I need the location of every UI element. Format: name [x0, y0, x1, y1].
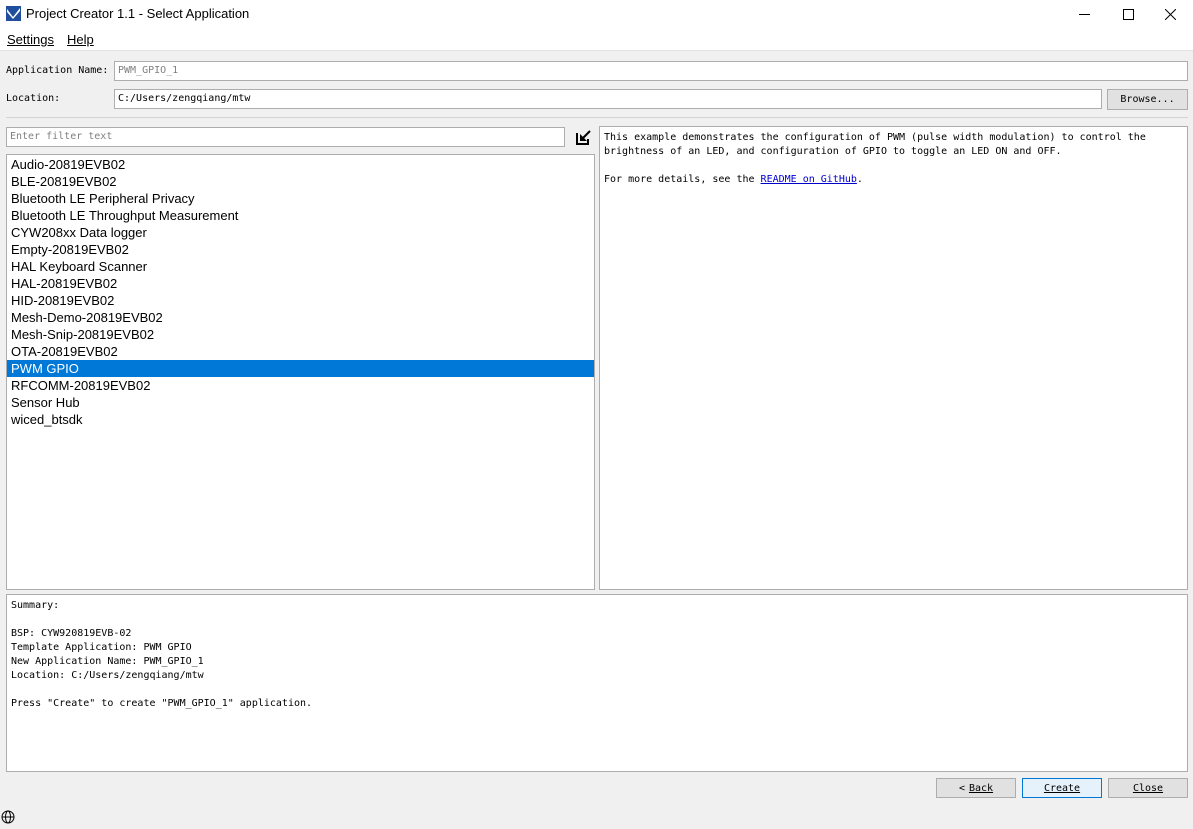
minimize-button[interactable]: [1061, 0, 1107, 28]
maximize-icon: [1122, 8, 1134, 20]
location-input[interactable]: C:/Users/zengqiang/mtw: [114, 89, 1102, 109]
menu-settings[interactable]: Settings: [7, 32, 54, 47]
summary-location: Location: C:/Users/zengqiang/mtw: [11, 670, 204, 681]
list-item[interactable]: CYW208xx Data logger: [7, 224, 594, 241]
summary-panel: Summary: BSP: CYW920819EVB-02 Template A…: [6, 594, 1188, 772]
list-item[interactable]: Mesh-Demo-20819EVB02: [7, 309, 594, 326]
details-suffix: .: [856, 174, 863, 185]
menu-help[interactable]: Help: [67, 32, 94, 47]
menu-help-label: Help: [67, 32, 94, 47]
list-item[interactable]: HAL-20819EVB02: [7, 275, 594, 292]
close-button[interactable]: Close: [1108, 778, 1188, 798]
description-line-2: brightness of an LED, and configuration …: [604, 146, 1062, 157]
list-item[interactable]: BLE-20819EVB02: [7, 173, 594, 190]
list-item[interactable]: RFCOMM-20819EVB02: [7, 377, 594, 394]
minimize-icon: [1078, 13, 1090, 15]
window-title: Project Creator 1.1 - Select Application: [26, 6, 250, 21]
description-details: For more details, see the README on GitH…: [604, 173, 1183, 187]
import-icon: [575, 129, 591, 145]
description-line-1: This example demonstrates the configurat…: [604, 132, 1146, 143]
list-item[interactable]: Mesh-Snip-20819EVB02: [7, 326, 594, 343]
list-item[interactable]: OTA-20819EVB02: [7, 343, 594, 360]
list-item[interactable]: Empty-20819EVB02: [7, 241, 594, 258]
location-label: Location:: [6, 93, 61, 104]
back-label: Back: [968, 782, 994, 794]
menu-settings-label: Settings: [7, 32, 54, 47]
close-label: Close: [1132, 782, 1164, 794]
browse-button[interactable]: Browse...: [1107, 89, 1188, 110]
list-item[interactable]: Bluetooth LE Throughput Measurement: [7, 207, 594, 224]
separator: [6, 117, 1188, 118]
import-button[interactable]: [572, 126, 594, 148]
globe-icon[interactable]: [1, 810, 15, 824]
back-button[interactable]: < Back: [936, 778, 1016, 798]
summary-press: Press "Create" to create "PWM_GPIO_1" ap…: [11, 698, 313, 709]
filter-input[interactable]: Enter filter text: [6, 127, 565, 147]
create-button[interactable]: Create: [1022, 778, 1102, 798]
description-panel: This example demonstrates the configurat…: [599, 126, 1188, 590]
summary-new-name: New Application Name: PWM_GPIO_1: [11, 656, 204, 667]
title-bar: Project Creator 1.1 - Select Application: [0, 0, 1193, 28]
list-item[interactable]: Audio-20819EVB02: [7, 156, 594, 173]
list-item[interactable]: Sensor Hub: [7, 394, 594, 411]
list-item[interactable]: Bluetooth LE Peripheral Privacy: [7, 190, 594, 207]
app-logo-icon: [6, 6, 21, 21]
summary-bsp: BSP: CYW920819EVB-02: [11, 628, 132, 639]
readme-link[interactable]: README on GitHub: [761, 174, 857, 185]
list-item[interactable]: HAL Keyboard Scanner: [7, 258, 594, 275]
close-icon: [1164, 8, 1176, 20]
maximize-button[interactable]: [1105, 0, 1151, 28]
close-window-button[interactable]: [1147, 0, 1193, 28]
application-list[interactable]: Audio-20819EVB02 BLE-20819EVB02 Bluetoot…: [6, 154, 595, 590]
summary-heading: Summary:: [11, 600, 60, 611]
list-item[interactable]: HID-20819EVB02: [7, 292, 594, 309]
back-arrow-icon: <: [958, 782, 965, 794]
list-item-selected[interactable]: PWM GPIO: [7, 360, 594, 377]
details-prefix: For more details, see the: [604, 174, 761, 185]
summary-template: Template Application: PWM GPIO: [11, 642, 192, 653]
list-item[interactable]: wiced_btsdk: [7, 411, 594, 428]
app-name-label: Application Name:: [6, 65, 109, 76]
app-name-input[interactable]: PWM_GPIO_1: [114, 61, 1188, 81]
create-label: Create: [1043, 782, 1081, 794]
menu-bar: Settings Help: [0, 28, 1193, 51]
